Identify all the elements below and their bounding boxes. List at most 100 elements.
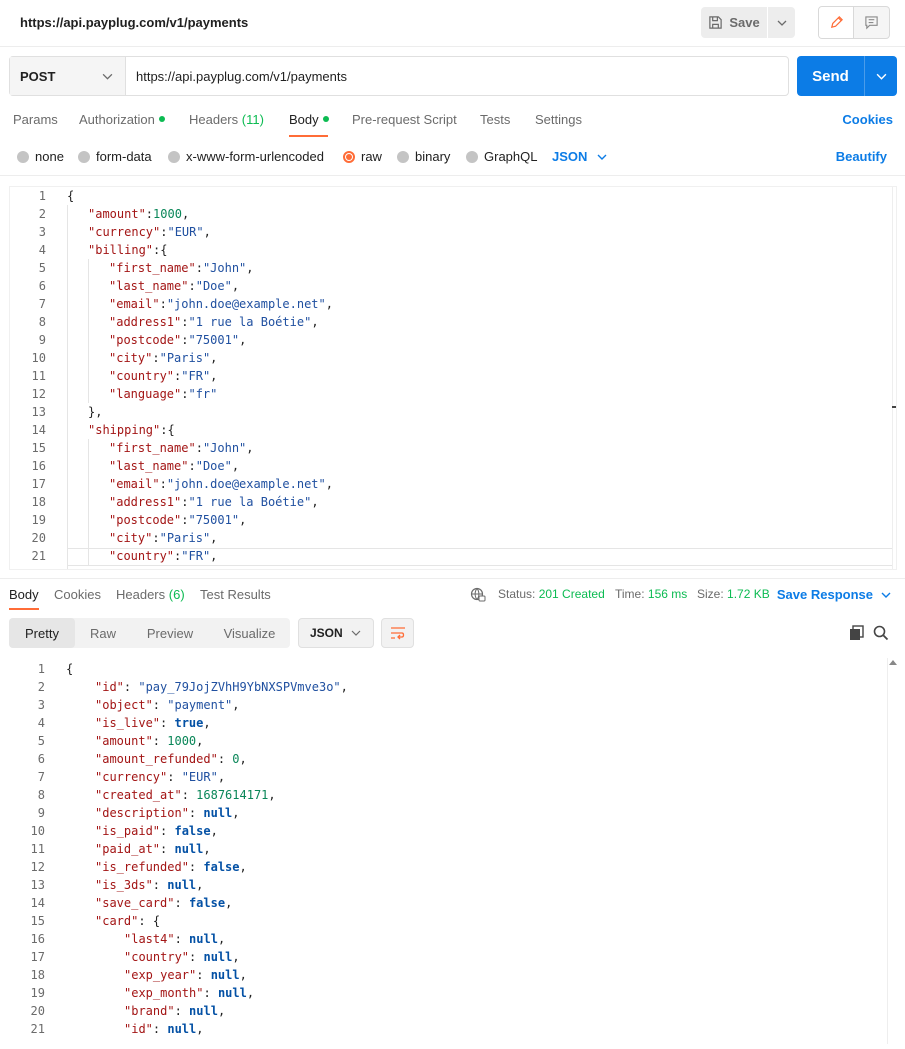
line-content: "shipping":{ — [88, 421, 175, 439]
search-icon[interactable] — [873, 625, 889, 641]
status-display: Status: 201 Created — [498, 587, 605, 601]
line-number: 3 — [37, 698, 45, 712]
json-key: "country" — [109, 369, 175, 383]
line-number: 4 — [38, 243, 46, 257]
json-value: "john.doe@example.net" — [166, 477, 326, 491]
radio-label: raw — [361, 149, 382, 164]
line-content: "postcode":"75001", — [109, 511, 246, 529]
radio-circle-selected — [343, 150, 355, 163]
json-comma: , — [181, 207, 190, 221]
line-content: "country":"FR", — [109, 367, 217, 385]
json-value: "FR" — [181, 369, 211, 383]
line-content: "exp_month": null, — [124, 984, 254, 1002]
json-comma: , — [210, 549, 218, 563]
line-content: "first_name":"John", — [109, 259, 254, 277]
tab-authorization[interactable]: Authorization — [79, 112, 165, 127]
save-response-button[interactable]: Save Response — [777, 587, 891, 602]
code-line: 12 "is_refunded": false, — [9, 858, 897, 876]
radio-none[interactable]: none — [17, 149, 64, 164]
json-colon: : — [167, 770, 182, 784]
json-comma: , — [203, 716, 211, 730]
save-button[interactable]: Save — [701, 7, 767, 38]
code-line: 13}, — [10, 403, 896, 421]
response-format-label: JSON — [310, 626, 343, 640]
indent-guide — [67, 205, 68, 569]
view-pretty-button[interactable]: Pretty — [9, 618, 75, 648]
copy-icon[interactable] — [849, 625, 865, 641]
request-title[interactable]: https://api.payplug.com/v1/payments — [20, 15, 248, 30]
code-line: 4 "is_live": true, — [9, 714, 897, 732]
tab-headers[interactable]: Headers (11) — [189, 112, 264, 127]
line-number: 13 — [30, 878, 45, 892]
line-number: 18 — [30, 968, 45, 982]
code-line: 9 "description": null, — [9, 804, 897, 822]
radio-graphql[interactable]: GraphQL — [466, 149, 537, 164]
save-options-button[interactable] — [767, 7, 795, 38]
wrap-lines-button[interactable] — [381, 618, 414, 648]
json-key: "postcode" — [109, 333, 182, 347]
json-key: "paid_at" — [95, 842, 161, 856]
comments-button[interactable] — [854, 7, 889, 38]
url-input[interactable]: https://api.payplug.com/v1/payments — [126, 57, 788, 95]
response-tab-cookies[interactable]: Cookies — [54, 587, 101, 602]
json-colon: : — [123, 680, 139, 694]
tab-settings[interactable]: Settings — [535, 112, 582, 127]
chevron-down-icon — [876, 73, 886, 80]
tab-body[interactable]: Body — [289, 112, 329, 127]
view-raw-button[interactable]: Raw — [75, 618, 131, 648]
line-number: 21 — [30, 1022, 45, 1036]
response-tab-test-results[interactable]: Test Results — [200, 587, 271, 602]
tab-tests[interactable]: Tests — [480, 112, 510, 127]
chevron-down-icon — [777, 20, 786, 26]
cookies-link[interactable]: Cookies — [842, 112, 893, 127]
body-format-select[interactable]: JSON — [552, 149, 607, 164]
response-body-viewer[interactable]: 1{2 "id": "pay_79JojZVhH9YbNXSPVmve3o", 3 "… — [9, 658, 897, 1044]
json-value: "fr" — [188, 387, 218, 401]
radio-binary[interactable]: binary — [397, 149, 450, 164]
view-preview-button[interactable]: Preview — [131, 618, 209, 648]
json-colon: : — [203, 986, 218, 1000]
line-number: 16 — [31, 459, 46, 473]
status-value[interactable]: 201 Created — [539, 587, 605, 601]
globe-icon[interactable] — [470, 587, 486, 603]
response-tab-headers[interactable]: Headers (6) — [116, 587, 185, 602]
send-button[interactable]: Send — [797, 56, 864, 96]
tab-prerequest-script[interactable]: Pre-request Script — [352, 112, 457, 127]
tab-params[interactable]: Params — [13, 112, 58, 127]
code-line: 5 "first_name":"John", — [10, 259, 896, 277]
line-content: "is_paid": false, — [95, 822, 218, 840]
beautify-button[interactable]: Beautify — [836, 149, 887, 164]
radio-raw[interactable]: raw — [343, 149, 382, 164]
code-line: 11 "country":"FR", — [10, 367, 896, 385]
json-colon: : — [152, 734, 168, 748]
json-key: "city" — [109, 531, 153, 545]
response-format-select[interactable]: JSON — [298, 618, 374, 648]
url-bar: POST https://api.payplug.com/v1/payments — [9, 56, 789, 96]
response-tab-body[interactable]: Body — [9, 587, 39, 602]
json-key: "amount_refunded" — [95, 752, 218, 766]
json-key: "is_refunded" — [95, 860, 189, 874]
json-colon: : — [138, 914, 153, 928]
line-content: { — [66, 660, 73, 678]
json-key: "address1" — [109, 315, 182, 329]
json-comma: , — [231, 279, 240, 293]
request-body-editor[interactable]: 1{2 "amount":1000, 3 "currency":"EUR", 4 "bil… — [9, 186, 897, 570]
send-options-button[interactable] — [864, 56, 897, 96]
json-comma: , — [311, 315, 319, 329]
method-select[interactable]: POST — [10, 57, 126, 95]
json-value: { — [167, 423, 175, 437]
time-value[interactable]: 156 ms — [648, 587, 687, 601]
line-number: 15 — [31, 441, 46, 455]
view-visualize-button[interactable]: Visualize — [209, 618, 290, 648]
code-line: 14 "shipping":{ — [10, 421, 896, 439]
size-value[interactable]: 1.72 KB — [727, 587, 770, 601]
json-value: "75001" — [188, 333, 240, 347]
line-number: 12 — [30, 860, 45, 874]
json-colon: : — [160, 824, 175, 838]
edit-mode-button[interactable] — [819, 7, 854, 38]
radio-urlencoded[interactable]: x-www-form-urlencoded — [168, 149, 324, 164]
active-tab-indicator — [289, 135, 328, 137]
radio-form-data[interactable]: form-data — [78, 149, 152, 164]
line-content: "amount": 1000, — [95, 732, 203, 750]
json-comma: , — [340, 680, 348, 694]
